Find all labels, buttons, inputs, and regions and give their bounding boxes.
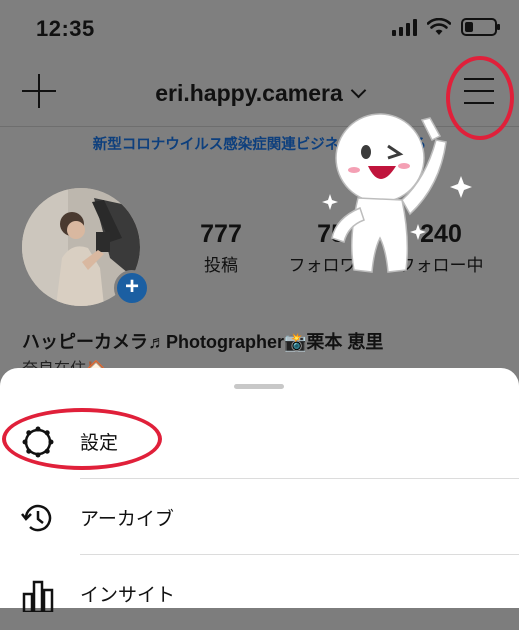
wifi-icon bbox=[427, 18, 451, 35]
battery-icon bbox=[461, 18, 500, 36]
menu-item-insights[interactable]: インサイト bbox=[0, 556, 519, 630]
status-icons bbox=[392, 18, 500, 36]
posts-stat[interactable]: 777 投稿 bbox=[166, 220, 276, 276]
posts-count: 777 bbox=[200, 220, 242, 248]
status-time: 12:35 bbox=[36, 16, 95, 41]
settings-highlight-circle bbox=[2, 408, 162, 470]
profile-screen: 12:35 eri.happy.camera 新型コロナウイルス感染症関連ビジネ… bbox=[0, 0, 519, 612]
options-bottom-sheet: 設定 アーカイブ インサイト bbox=[0, 368, 519, 612]
bio-name: ハッピーカメラ♬Photographer📸栗本 恵里 bbox=[22, 332, 384, 352]
username-label: eri.happy.camera bbox=[155, 80, 343, 106]
menu-divider bbox=[80, 554, 519, 555]
menu-item-archive-label: アーカイブ bbox=[80, 509, 174, 530]
status-bar: 12:35 bbox=[0, 0, 519, 60]
signal-icon bbox=[392, 18, 417, 36]
chevron-down-icon bbox=[350, 82, 367, 99]
sheet-grabber-handle[interactable] bbox=[234, 384, 284, 389]
menu-item-archive[interactable]: アーカイブ bbox=[0, 480, 519, 554]
archive-clock-icon bbox=[21, 504, 52, 532]
insights-bar-icon bbox=[22, 580, 54, 612]
menu-divider bbox=[80, 478, 519, 479]
posts-label: 投稿 bbox=[204, 256, 238, 275]
pointing-character-sticker bbox=[322, 113, 472, 273]
menu-item-insights-label: インサイト bbox=[80, 585, 176, 606]
add-story-button[interactable]: + bbox=[114, 270, 150, 306]
